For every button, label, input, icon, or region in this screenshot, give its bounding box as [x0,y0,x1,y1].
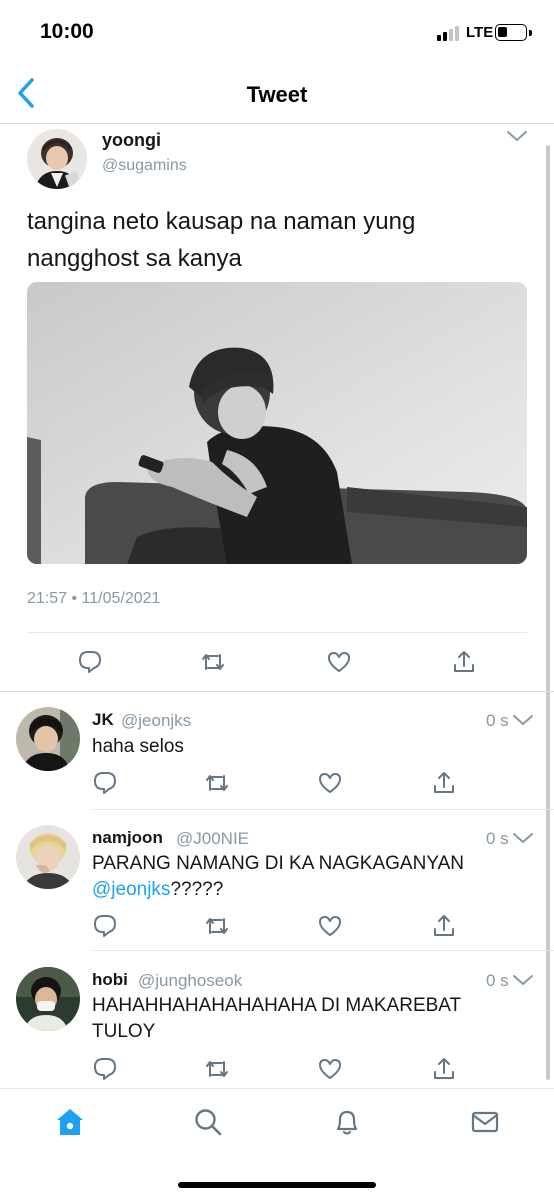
like-icon[interactable] [317,1056,343,1082]
avatar[interactable] [27,129,87,189]
retweet-icon[interactable] [204,1056,230,1082]
user-handle[interactable]: @sugamins [102,157,187,175]
share-icon[interactable] [431,913,457,939]
avatar[interactable] [16,707,80,771]
status-bar: 10:00 LTE [0,0,554,66]
nav-bar: Tweet [0,66,554,124]
search-icon[interactable] [193,1107,223,1137]
reply-item: hobi @junghoseok 0 s HAHAHHAHAHAHAHAHA D… [0,951,554,1087]
user-name[interactable]: hobi [92,970,128,990]
share-icon[interactable] [431,770,457,796]
chevron-down-icon[interactable] [512,713,534,727]
status-time: 10:00 [40,20,94,43]
reply-text: haha selos [92,736,184,757]
reply-icon[interactable] [92,1056,118,1082]
timestamp: 21:57 • 11/05/2021 [27,590,161,607]
retweet-icon[interactable] [200,649,226,675]
network-type: LTE [466,24,494,41]
like-icon[interactable] [317,770,343,796]
user-name[interactable]: yoongi [102,130,161,151]
user-handle[interactable]: @J00NIE [176,829,249,849]
reply-time: 0 s [486,829,509,848]
share-icon[interactable] [431,1056,457,1082]
tweet-photo[interactable] [27,282,527,564]
user-handle[interactable]: @junghoseok [138,971,242,991]
chevron-down-icon[interactable] [512,831,534,845]
reply-icon[interactable] [77,649,103,675]
reply-item: namjoon @J00NIE 0 s PARANG NAMANG DI KA … [0,810,554,950]
user-handle[interactable]: @jeonjks [121,711,191,731]
reply-item: JK @jeonjks 0 s haha selos [0,692,554,810]
reply-icon[interactable] [92,770,118,796]
avatar[interactable] [16,967,80,1031]
chevron-down-icon[interactable] [506,129,528,143]
mention-link[interactable]: @jeonjks [92,879,170,900]
reply-icon[interactable] [92,913,118,939]
reply-time: 0 s [486,711,509,730]
reply-time: 0 s [486,971,509,990]
user-name[interactable]: JK [92,710,114,730]
reply-text: HAHAHHAHAHAHAHAHA DI MAKAREBAT TULOY [92,995,461,1042]
home-indicator[interactable] [178,1182,376,1188]
reply-text: PARANG NAMANG DI KA NAGKAGANYAN @jeonjks… [92,853,464,900]
notifications-icon[interactable] [332,1107,362,1137]
signal-icon [437,26,461,41]
page-title: Tweet [246,82,308,107]
like-icon[interactable] [317,913,343,939]
home-icon[interactable] [55,1107,85,1137]
chevron-down-icon[interactable] [512,973,534,987]
share-icon[interactable] [451,649,477,675]
retweet-icon[interactable] [204,770,230,796]
battery-icon [495,24,527,41]
avatar[interactable] [16,825,80,889]
tweet-text: tangina neto kausap na naman yung nanggh… [27,208,416,272]
divider [27,632,527,633]
messages-icon[interactable] [470,1107,500,1137]
user-name[interactable]: namjoon [92,828,163,848]
like-icon[interactable] [326,649,352,675]
retweet-icon[interactable] [204,913,230,939]
